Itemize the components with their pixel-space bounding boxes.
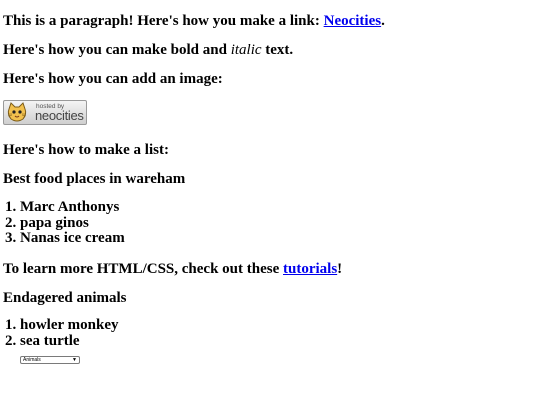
dropdown-selected-value: Animals <box>23 357 41 363</box>
learn-exclamation: ! <box>337 261 343 277</box>
list-item: Nanas ice cream <box>20 231 125 247</box>
hosted-by-neocities-badge: hosted by neocities <box>3 100 87 125</box>
neocities-link[interactable]: Neocities <box>324 13 381 29</box>
list-item: howler monkey <box>20 317 118 334</box>
list-heading: Here's how to make a list: <box>3 142 169 158</box>
intro-text: This is a paragraph! Here's how you make… <box>3 13 324 29</box>
badge-brand-text: neocities <box>35 108 84 123</box>
tutorials-link[interactable]: tutorials <box>283 261 337 277</box>
food-heading: Best food places in wareham <box>3 171 186 187</box>
learn-text: To learn more HTML/CSS, check out these <box>3 261 283 277</box>
list-item: papa ginos <box>20 215 125 232</box>
animals-heading: Endagered animals <box>3 290 127 306</box>
food-list: Marc Anthonys papa ginos Nanas ice cream <box>0 199 125 247</box>
italic-word: italic <box>230 42 262 58</box>
formatting-text-before: Here's how you can make bold and <box>3 42 231 58</box>
image-heading: Here's how you can add an image: <box>3 71 223 87</box>
formatting-text-after: text. <box>261 42 294 58</box>
learn-paragraph: To learn more HTML/CSS, check out these … <box>3 260 342 278</box>
list-item: sea turtle <box>20 333 118 350</box>
intro-paragraph: This is a paragraph! Here's how you make… <box>3 12 385 30</box>
chevron-down-icon: ▼ <box>72 357 77 363</box>
neocities-cat-icon <box>7 102 27 122</box>
list-item: Marc Anthonys <box>20 199 125 216</box>
page: This is a paragraph! Here's how you make… <box>0 0 540 405</box>
formatting-paragraph: Here's how you can make bold and italic … <box>3 41 293 59</box>
animals-list: howler monkey sea turtle <box>0 317 118 350</box>
intro-period: . <box>381 13 385 29</box>
animals-dropdown[interactable]: Animals ▼ <box>20 356 80 364</box>
